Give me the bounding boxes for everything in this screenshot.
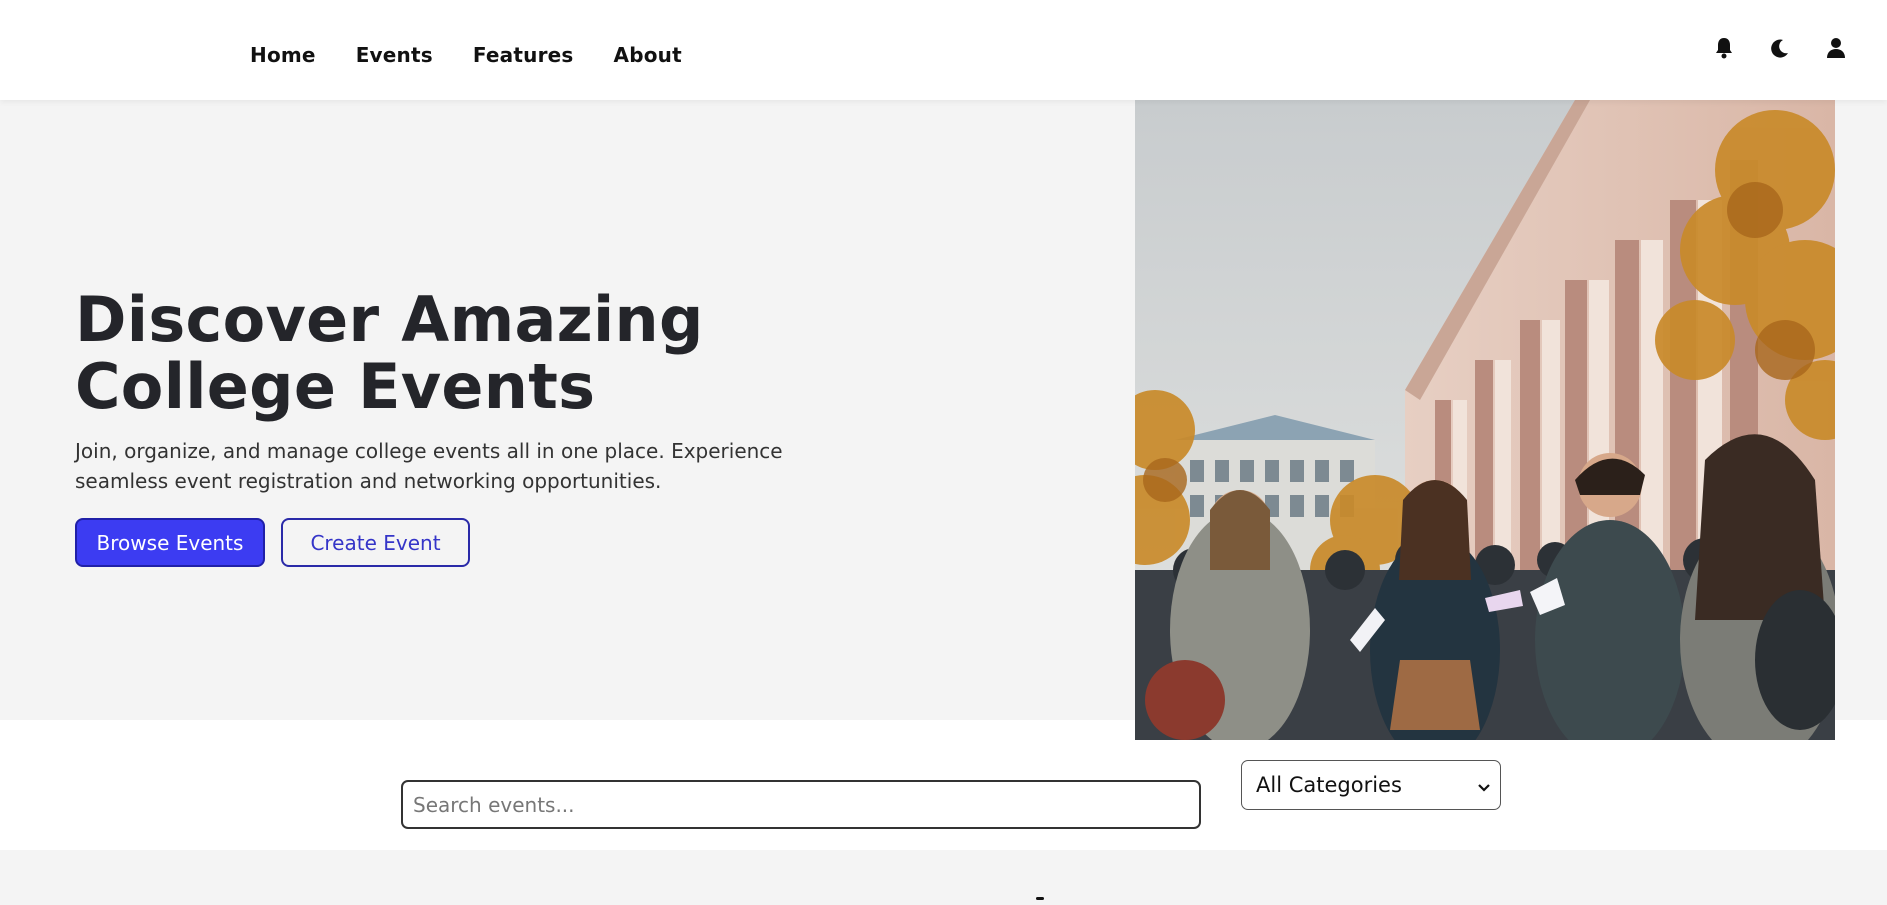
nav-link-events[interactable]: Events: [356, 43, 433, 67]
category-select[interactable]: All Categories: [1241, 760, 1501, 810]
category-select-value: All Categories: [1256, 773, 1402, 797]
section-heading-fragment: [1036, 897, 1044, 900]
hero-image: [1135, 100, 1835, 740]
hero-subtitle: Join, organize, and manage college event…: [75, 436, 815, 496]
nav-link-home[interactable]: Home: [250, 43, 316, 67]
hero-subtitle-line: Join, organize, and manage college event…: [75, 439, 783, 463]
moon-icon[interactable]: [1769, 36, 1791, 60]
create-event-button[interactable]: Create Event: [281, 518, 470, 567]
browse-events-button[interactable]: Browse Events: [75, 518, 265, 567]
hero-title-line: Discover Amazing: [75, 283, 704, 356]
hero-title: Discover Amazing College Events: [75, 286, 895, 420]
search-input[interactable]: Search events...: [401, 780, 1201, 829]
nav-links: Home Events Features About: [250, 0, 682, 110]
hero-title-line: College Events: [75, 350, 596, 423]
nav-icons: [1713, 36, 1847, 60]
user-icon[interactable]: [1825, 36, 1847, 60]
hero-subtitle-line: seamless event registration and networki…: [75, 469, 662, 493]
nav-link-about[interactable]: About: [614, 43, 682, 67]
nav-link-features[interactable]: Features: [473, 43, 574, 67]
events-section-strip: [0, 850, 1887, 905]
top-navbar: Home Events Features About: [0, 0, 1887, 100]
chevron-down-icon: [1478, 773, 1490, 797]
bell-icon[interactable]: [1713, 36, 1735, 60]
